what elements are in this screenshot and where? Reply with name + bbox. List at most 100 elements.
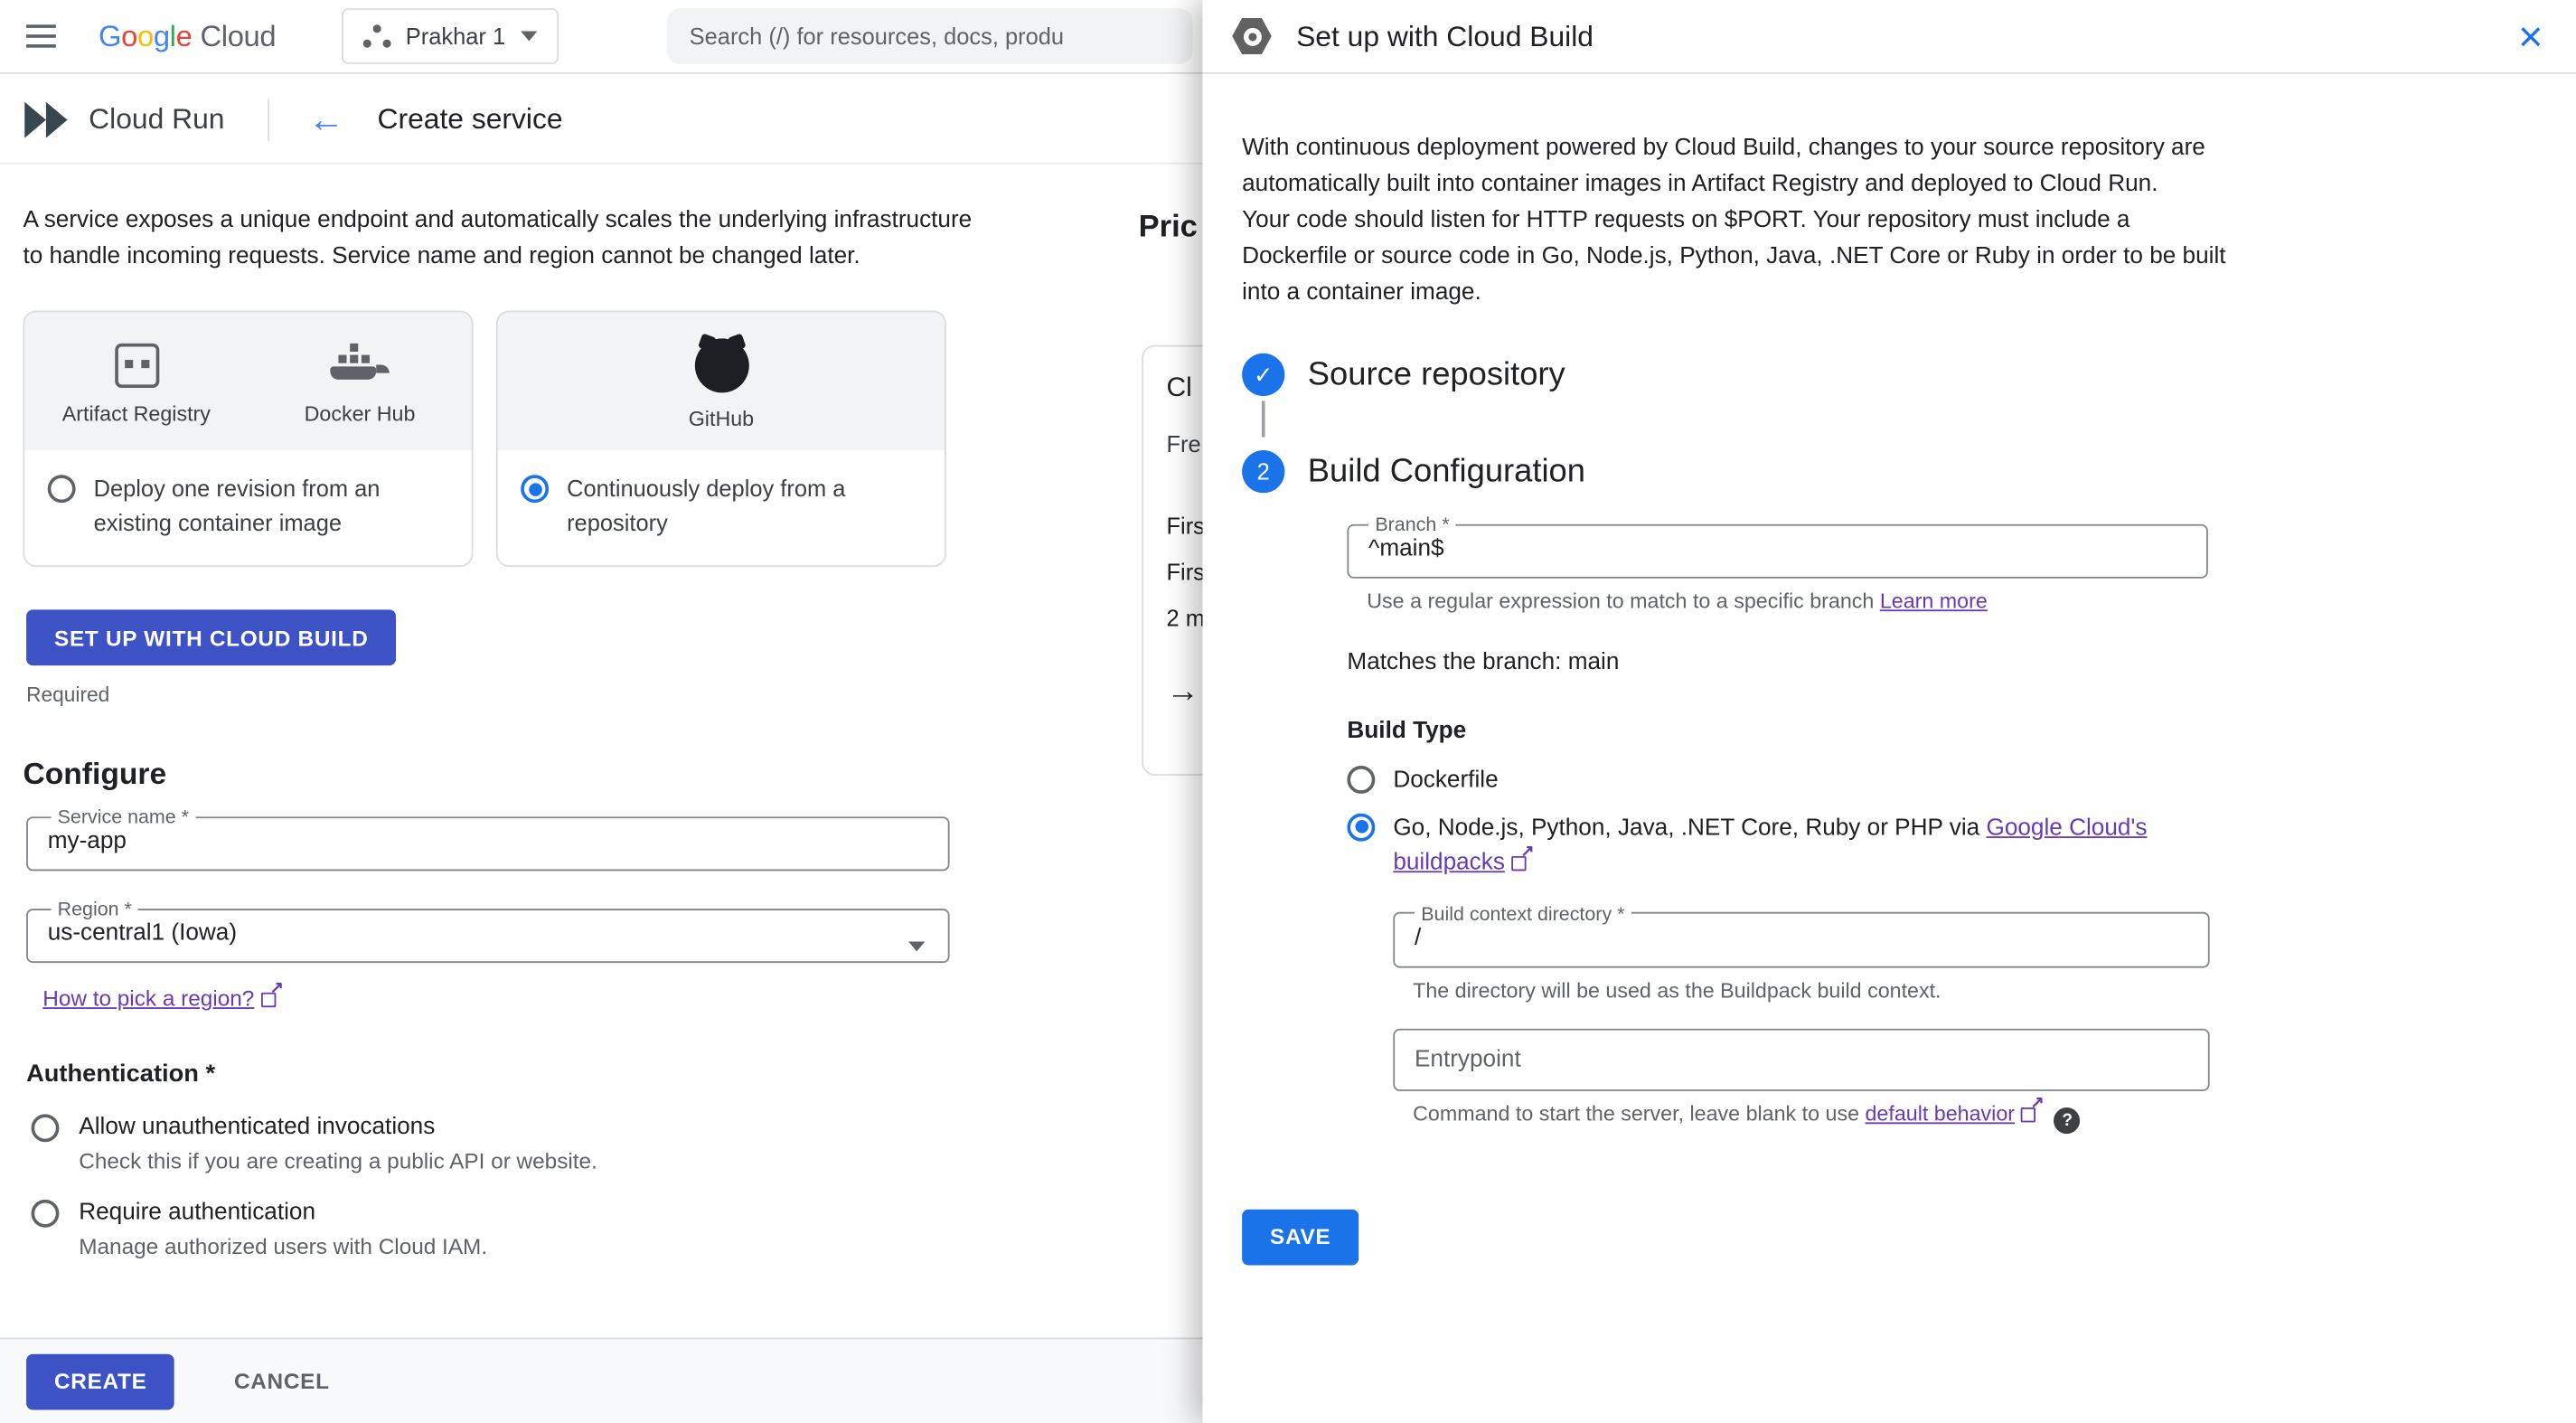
google-cloud-logo: Google Cloud xyxy=(99,19,276,53)
branch-label: Branch * xyxy=(1375,513,1450,536)
page-title: Create service xyxy=(377,101,563,136)
dropdown-caret-icon xyxy=(908,941,926,952)
learn-more-link[interactable]: Learn more xyxy=(1880,589,1988,613)
configure-heading: Configure xyxy=(23,756,167,791)
option-label: Allow unauthenticated invocations xyxy=(79,1114,436,1141)
product-name[interactable]: Cloud Run xyxy=(89,102,224,137)
default-behavior-link[interactable]: default behavior xyxy=(1865,1100,2015,1125)
pricing-heading: Pric xyxy=(1138,210,1198,245)
step-number: 2 xyxy=(1242,450,1285,494)
radio-icon[interactable] xyxy=(31,1199,60,1228)
pricing-arrow[interactable]: → xyxy=(1166,674,1199,712)
project-icon xyxy=(363,23,391,49)
panel-body: With continuous deployment powered by Cl… xyxy=(1202,74,2576,1265)
radio-buildpacks[interactable]: Go, Node.js, Python, Java, .NET Core, Ru… xyxy=(1347,811,2207,881)
option-label-text: Go, Node.js, Python, Java, .NET Core, Ru… xyxy=(1393,814,1987,841)
step-check-icon: ✓ xyxy=(1242,353,1285,397)
artifact-registry-icon xyxy=(114,343,159,388)
build-type-label: Build Type xyxy=(1347,718,1467,745)
panel-intro-2: Your code should listen for HTTP request… xyxy=(1242,207,2226,306)
page-header: Cloud Run ← Create service xyxy=(0,75,1203,165)
external-link-icon xyxy=(260,981,284,1008)
region-help-link[interactable]: How to pick a region? xyxy=(42,986,254,1011)
menu-button[interactable] xyxy=(26,20,69,52)
source-card-container-image: Artifact Registry Docker Hub Deploy one … xyxy=(23,310,474,568)
logo-letter: e xyxy=(175,18,193,52)
build-context-field[interactable]: Build context directory * / xyxy=(1393,900,2210,967)
required-label: Required xyxy=(26,683,110,707)
save-button[interactable]: SAVE xyxy=(1242,1208,1359,1265)
search-bar[interactable] xyxy=(666,8,1192,64)
step-connector xyxy=(1261,401,1265,438)
radio-icon[interactable] xyxy=(47,475,76,504)
entrypoint-helper-text: Command to start the server, leave blank… xyxy=(1413,1099,1866,1126)
caret-down-icon xyxy=(520,31,537,42)
cancel-button[interactable]: CANCEL xyxy=(234,1369,330,1393)
cloud-run-icon xyxy=(24,100,69,137)
panel-header: Set up with Cloud Build × xyxy=(1202,0,2576,74)
entrypoint-field[interactable]: Entrypoint xyxy=(1393,1027,2210,1090)
back-button[interactable]: ← xyxy=(306,100,348,137)
radio-icon[interactable] xyxy=(1347,812,1376,841)
project-name: Prakhar 1 xyxy=(405,23,506,50)
step-build-configuration[interactable]: 2 Build Configuration xyxy=(1242,450,2536,494)
branch-input[interactable]: ^main$ xyxy=(1368,534,2186,564)
option-label: Require authentication xyxy=(79,1199,316,1226)
docker-icon xyxy=(330,343,390,388)
option-label: Go, Node.js, Python, Java, .NET Core, Ru… xyxy=(1393,811,2172,881)
radio-icon[interactable] xyxy=(521,475,550,504)
card-providers: Artifact Registry Docker Hub xyxy=(24,312,472,451)
build-context-helper: The directory will be used as the Buildp… xyxy=(1413,976,1941,1002)
provider-label: Docker Hub xyxy=(304,401,416,426)
source-card-repository: GitHub Continuously deploy from a reposi… xyxy=(495,310,946,568)
card-providers: GitHub xyxy=(497,312,945,451)
provider-artifact-registry: Artifact Registry xyxy=(24,312,248,450)
logo-letter: o xyxy=(121,18,137,52)
project-selector[interactable]: Prakhar 1 xyxy=(341,8,559,64)
cloud-build-panel: Set up with Cloud Build × With continuou… xyxy=(1202,0,2576,1423)
provider-github: GitHub xyxy=(498,312,945,450)
build-context-label: Build context directory * xyxy=(1421,900,1625,925)
help-icon[interactable]: ? xyxy=(2054,1107,2081,1134)
build-context-input[interactable]: / xyxy=(1415,923,2188,953)
service-name-value[interactable]: my-app xyxy=(48,826,928,856)
authentication-heading: Authentication * xyxy=(26,1060,216,1088)
pricing-panel: Pric Cl Fre Firs Firs 2 m → xyxy=(1138,210,1356,776)
region-label: Region * xyxy=(57,897,132,920)
entrypoint-input[interactable]: Entrypoint xyxy=(1415,1046,1521,1072)
radio-icon[interactable] xyxy=(31,1114,60,1143)
close-button[interactable]: × xyxy=(2518,14,2543,57)
radio-continuous-deploy[interactable]: Continuously deploy from a repository xyxy=(497,450,945,566)
google-cloud-console: Google Cloud Prakhar 1 Cloud Run ← Creat… xyxy=(0,0,2576,1423)
create-service-form: A service exposes a unique endpoint and … xyxy=(0,164,1203,1338)
panel-title: Set up with Cloud Build xyxy=(1296,18,1594,52)
hamburger-icon xyxy=(26,24,56,47)
provider-label: GitHub xyxy=(688,405,755,431)
radio-allow-unauthenticated[interactable]: Allow unauthenticated invocations Check … xyxy=(31,1111,1203,1173)
region-value[interactable]: us-central1 (Iowa) xyxy=(48,919,928,948)
external-link-icon xyxy=(1511,844,1535,872)
branch-helper-text: Use a regular expression to match to a s… xyxy=(1367,588,1880,613)
external-link-icon xyxy=(2021,1095,2045,1122)
step-label: Source repository xyxy=(1307,355,1565,392)
logo-letter: l xyxy=(169,18,176,52)
radio-require-auth[interactable]: Require authentication Manage authorized… xyxy=(31,1196,1203,1259)
option-description: Manage authorized users with Cloud IAM. xyxy=(79,1234,488,1259)
step-source-repository[interactable]: ✓ Source repository xyxy=(1242,353,2536,397)
search-input[interactable] xyxy=(689,23,1170,50)
radio-deploy-revision[interactable]: Deploy one revision from an existing con… xyxy=(24,450,472,566)
setup-cloud-build-button[interactable]: SET UP WITH CLOUD BUILD xyxy=(26,609,397,666)
provider-docker-hub: Docker Hub xyxy=(248,312,471,450)
github-icon xyxy=(693,338,748,393)
source-cards: Artifact Registry Docker Hub Deploy one … xyxy=(23,310,1202,568)
branch-helper: Use a regular expression to match to a s… xyxy=(1367,589,2208,613)
region-field[interactable]: Region * us-central1 (Iowa) xyxy=(26,897,950,964)
branch-field[interactable]: Branch * ^main$ xyxy=(1347,513,2208,579)
buildpacks-options: Build context directory * / The director… xyxy=(1393,900,2210,1134)
radio-icon[interactable] xyxy=(1347,766,1376,794)
step-label: Build Configuration xyxy=(1307,452,1585,489)
service-name-field[interactable]: Service name * my-app xyxy=(26,805,950,872)
create-button[interactable]: CREATE xyxy=(26,1352,175,1409)
option-description: Check this if you are creating a public … xyxy=(79,1148,597,1173)
radio-dockerfile[interactable]: Dockerfile xyxy=(1347,764,2207,799)
